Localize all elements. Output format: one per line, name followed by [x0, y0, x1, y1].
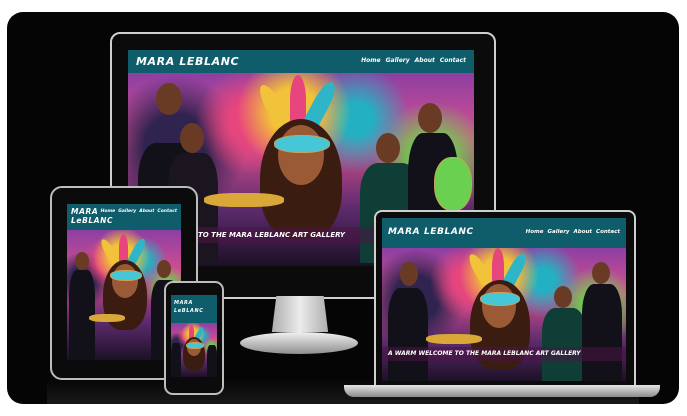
- site-brand[interactable]: MARA LeBLANC: [174, 299, 204, 315]
- nav-gallery[interactable]: Gallery: [386, 57, 410, 64]
- hero-image: [171, 323, 217, 377]
- site-header: MARA LeBLANC Home Gallery About Contact: [67, 204, 181, 230]
- masquerade-mask: [186, 342, 204, 349]
- musician-face: [75, 252, 89, 270]
- masquerade-mask: [110, 270, 142, 281]
- musician-face: [400, 262, 418, 286]
- nav-contact[interactable]: Contact: [440, 57, 466, 64]
- nav-home[interactable]: Home: [101, 209, 116, 214]
- feather-headdress: [119, 234, 128, 262]
- site-brand[interactable]: MARA LEBLANC: [136, 55, 239, 68]
- musician-figure: [207, 345, 217, 377]
- hero-banner: A WARM WELCOME TO THE MARA LEBLANC ART G…: [382, 347, 626, 361]
- masquerade-mask: [274, 135, 330, 153]
- nav-home[interactable]: Home: [361, 57, 380, 64]
- musician-face: [376, 133, 400, 163]
- feather-headdress: [127, 236, 148, 265]
- musician-face: [418, 103, 442, 133]
- laptop: MARA LEBLANC Home Gallery About Contact: [374, 210, 636, 389]
- trumpet: [204, 193, 284, 207]
- musician-face: [592, 262, 610, 284]
- nav-contact[interactable]: Contact: [157, 209, 177, 214]
- nav-gallery[interactable]: Gallery: [118, 209, 136, 214]
- hero-banner-text: TO THE MARA LEBLANC ART GALLERY: [198, 231, 345, 239]
- nav-gallery[interactable]: Gallery: [547, 229, 569, 235]
- feather-headdress: [492, 248, 504, 284]
- nav-contact[interactable]: Contact: [596, 229, 620, 235]
- monitor-stand-base: [240, 332, 358, 354]
- hero-image: A WARM WELCOME TO THE MARA LEBLANC ART G…: [382, 248, 626, 381]
- nav-about[interactable]: About: [139, 209, 154, 214]
- site-brand[interactable]: MARA LEBLANC: [388, 227, 474, 237]
- site-header: MARA LEBLANC Home Gallery About Contact: [128, 50, 474, 73]
- site-nav: Home Gallery About Contact: [361, 57, 466, 64]
- site-nav: Home Gallery About Contact: [526, 229, 620, 235]
- nav-about[interactable]: About: [415, 57, 435, 64]
- musician-face: [180, 123, 204, 153]
- woman-face: [278, 125, 324, 185]
- woman-face: [482, 284, 516, 328]
- musician-figure: [388, 288, 428, 381]
- site-header: MARA LEBLANC Home Gallery About Contact: [382, 218, 626, 248]
- trumpet: [426, 334, 482, 344]
- site-nav: Home Gallery About Contact: [101, 209, 177, 214]
- nav-about[interactable]: About: [574, 229, 593, 235]
- nav-home[interactable]: Home: [526, 229, 544, 235]
- laptop-base: [344, 385, 660, 397]
- laptop-site: MARA LEBLANC Home Gallery About Contact: [382, 218, 626, 381]
- hero-banner-text: A WARM WELCOME TO THE MARA LEBLANC ART G…: [388, 350, 581, 357]
- musician-figure: [542, 308, 586, 381]
- musician-face: [156, 83, 182, 115]
- musician-figure: [582, 284, 622, 381]
- masquerade-mask: [480, 292, 520, 306]
- phone-site: MARA LeBLANC: [171, 295, 217, 377]
- carnival-mask: [434, 157, 472, 211]
- site-header: MARA LeBLANC: [171, 295, 217, 323]
- phone: MARA LeBLANC: [164, 281, 224, 395]
- trumpet: [89, 314, 125, 322]
- musician-face: [157, 260, 171, 278]
- musician-face: [554, 286, 572, 308]
- musician-figure: [171, 343, 181, 377]
- feather-headdress: [98, 237, 120, 265]
